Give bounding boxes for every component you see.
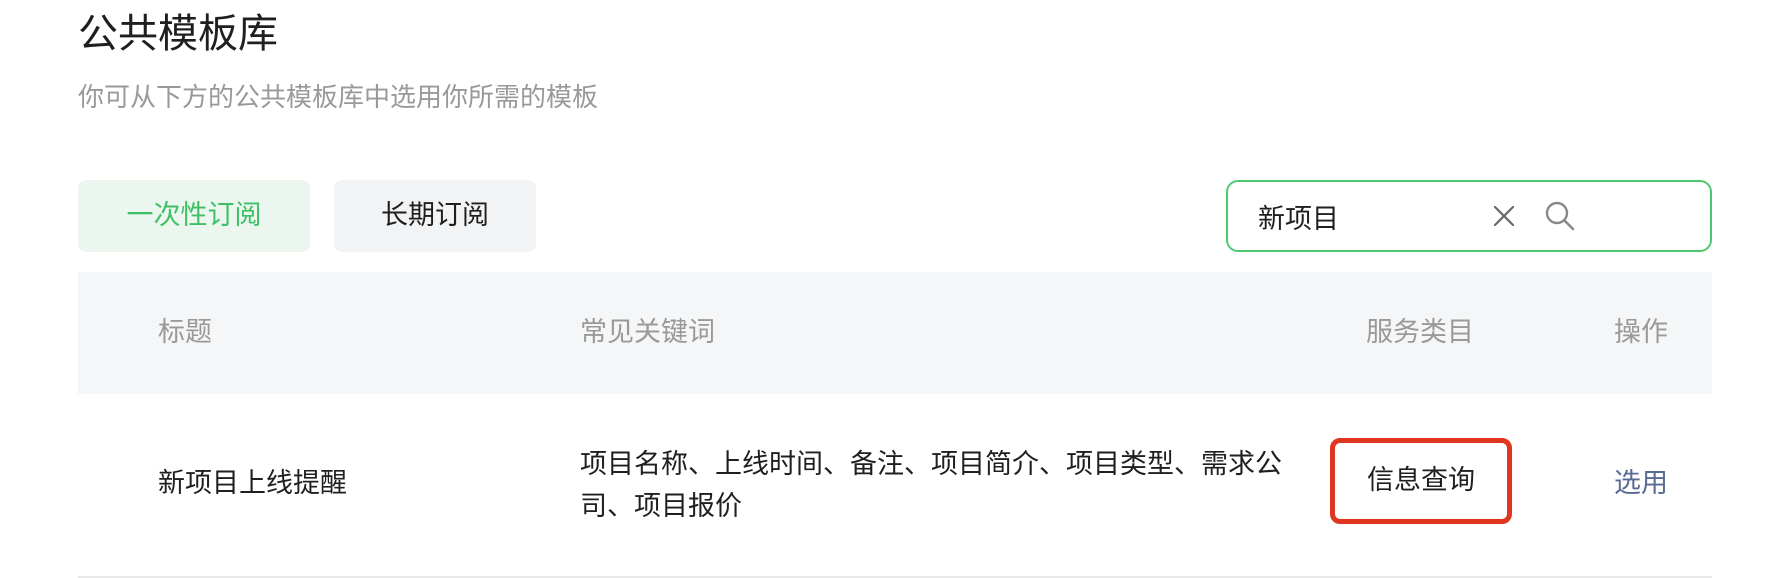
table-row: 新项目上线提醒 项目名称、上线时间、备注、项目简介、项目类型、需求公司、项目报价… [78, 394, 1712, 578]
column-header-title: 标题 [158, 317, 212, 348]
search-icon[interactable] [1544, 200, 1576, 232]
select-template-link[interactable]: 选用 [1614, 464, 1668, 504]
row-keywords: 项目名称、上线时间、备注、项目简介、项目类型、需求公司、项目报价 [580, 449, 1282, 522]
row-service-category: 信息查询 [1330, 438, 1512, 524]
column-header-service-category: 服务类目 [1366, 317, 1474, 348]
page-title: 公共模板库 [78, 11, 278, 57]
column-header-action: 操作 [1614, 317, 1668, 348]
tab-one-time-subscription[interactable]: 一次性订阅 [78, 180, 310, 252]
search-box [1226, 180, 1712, 252]
search-input[interactable] [1258, 196, 1478, 236]
page-subtitle: 你可从下方的公共模板库中选用你所需的模板 [78, 83, 599, 113]
tab-long-term-subscription[interactable]: 长期订阅 [334, 180, 536, 252]
row-title: 新项目上线提醒 [158, 468, 347, 499]
clear-icon[interactable] [1490, 202, 1518, 230]
table-header: 标题 常见关键词 服务类目 操作 [78, 272, 1712, 394]
column-header-keywords: 常见关键词 [580, 317, 715, 348]
